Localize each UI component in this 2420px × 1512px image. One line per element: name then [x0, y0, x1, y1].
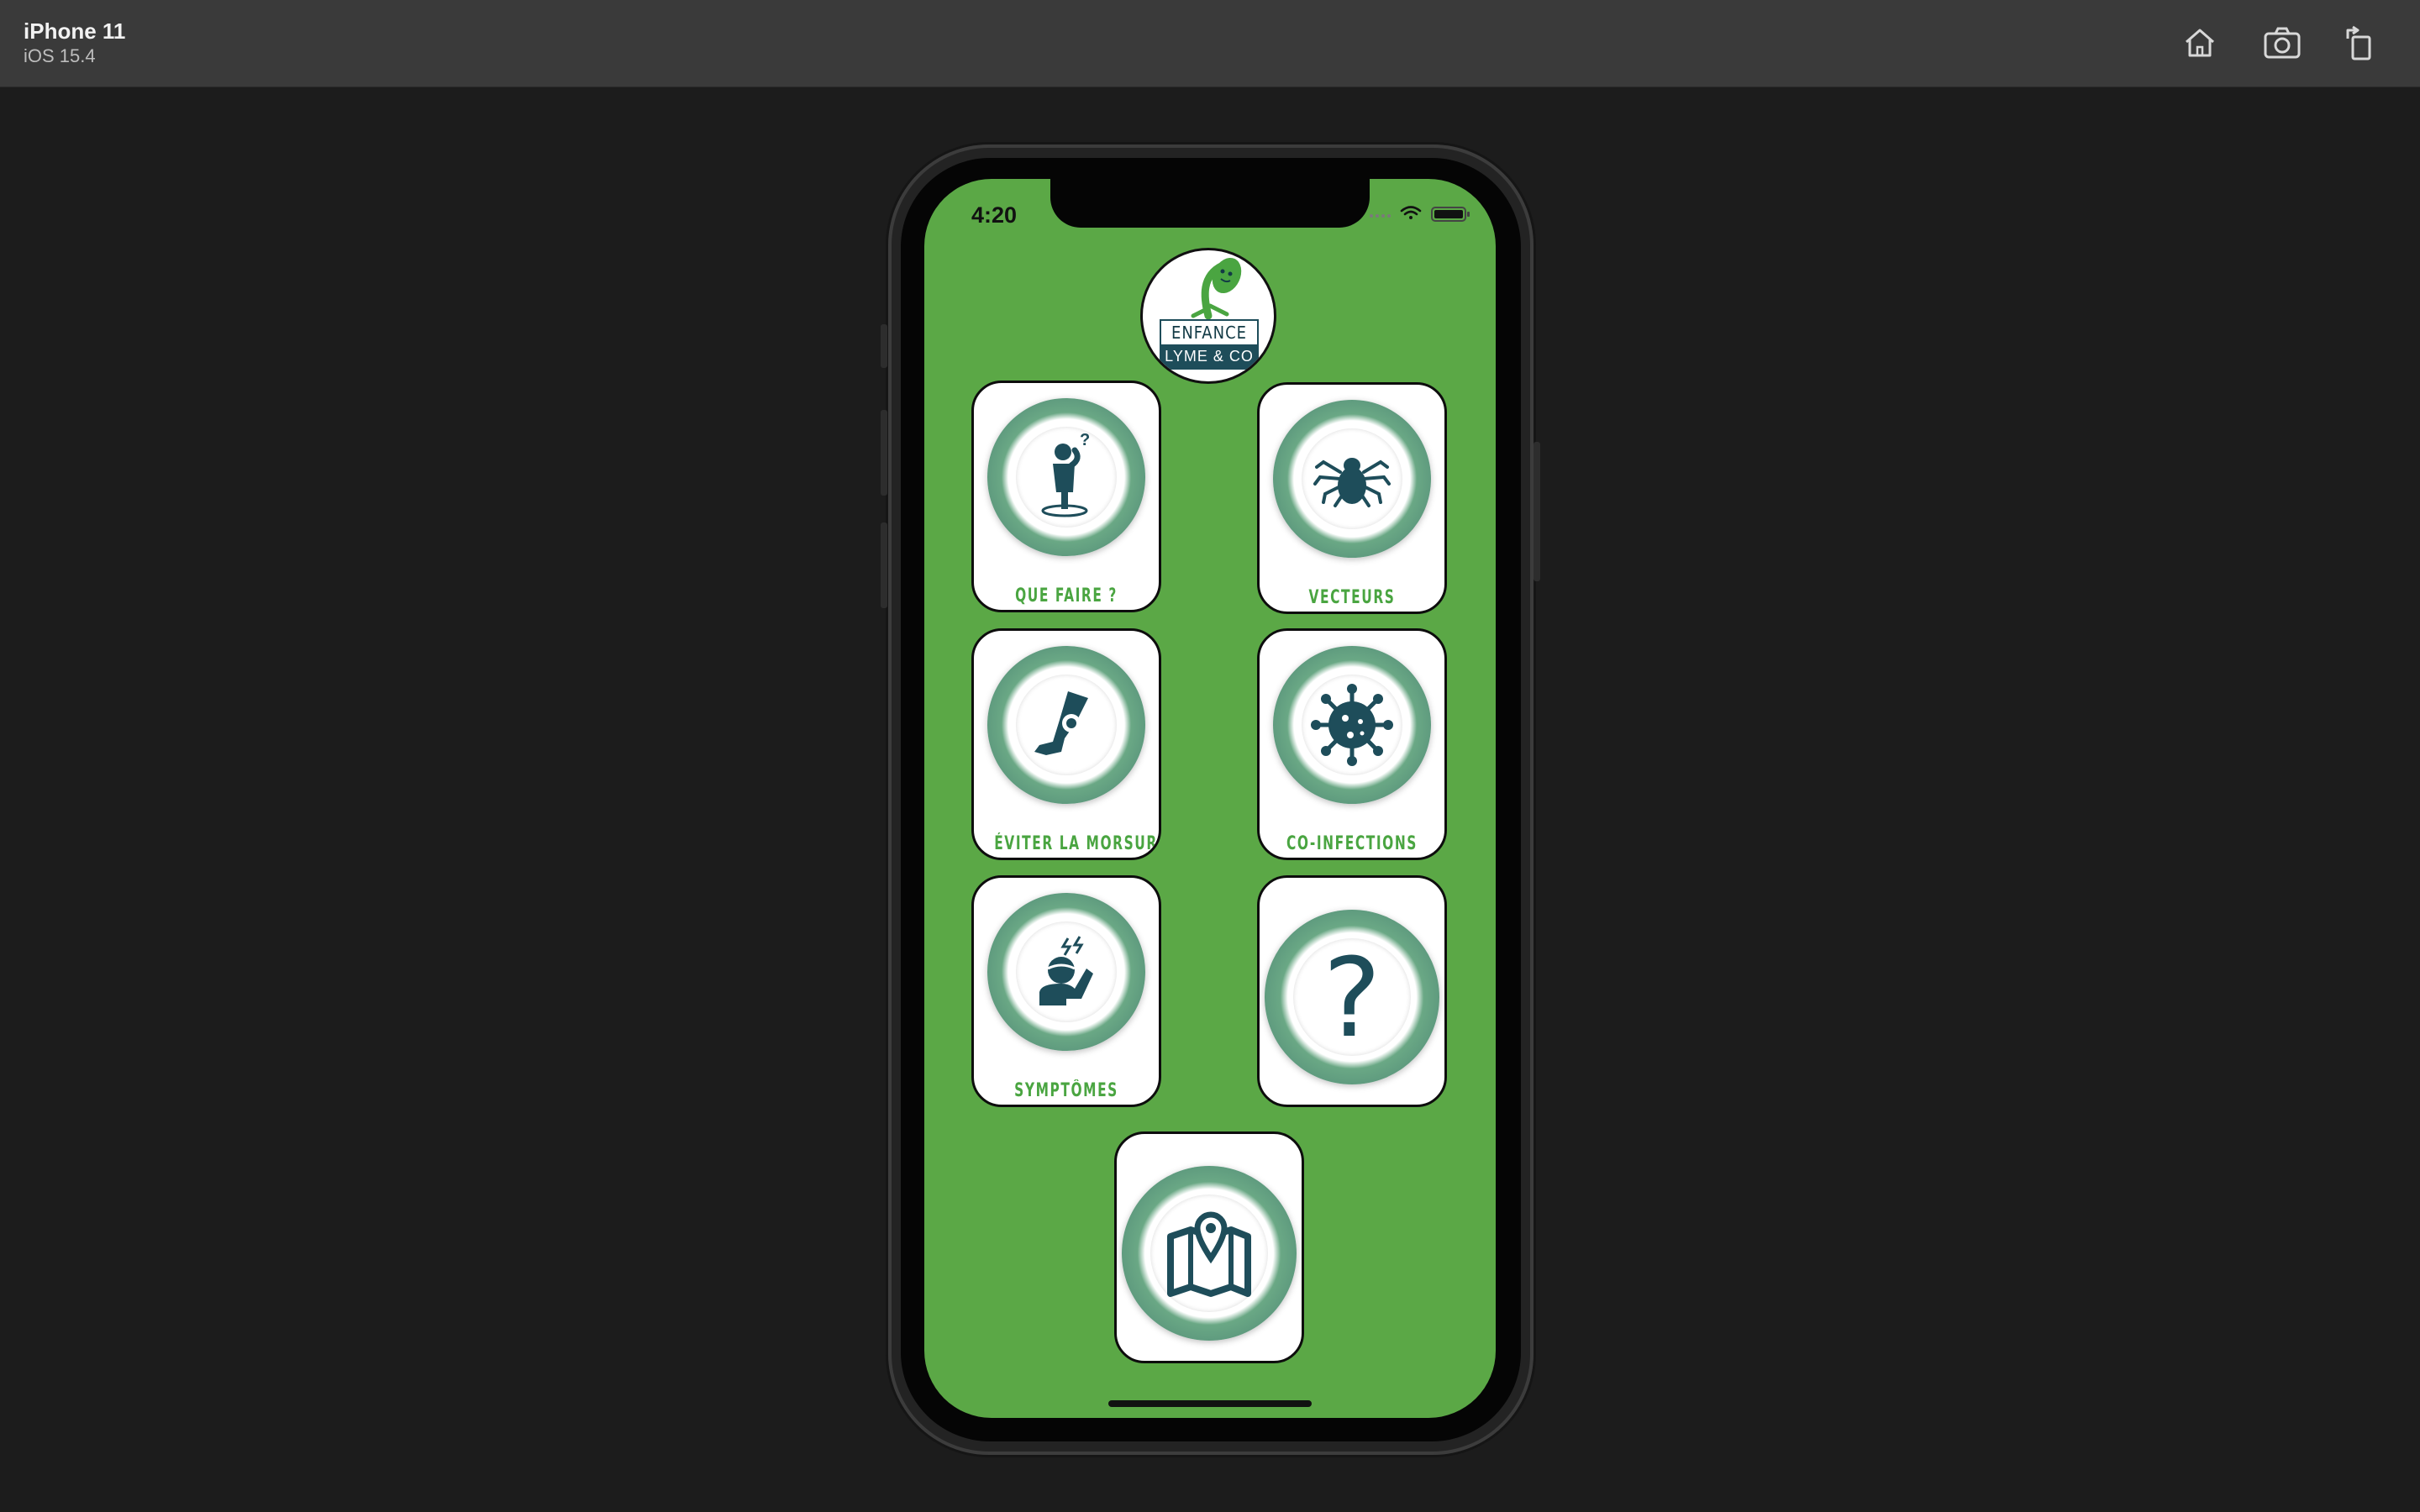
rotate-icon[interactable] — [2339, 24, 2380, 62]
map-pin-icon — [1167, 1211, 1251, 1297]
svg-text:?: ? — [1323, 938, 1381, 1056]
badge — [1273, 400, 1431, 558]
question-mark-icon: ? — [1323, 938, 1381, 1056]
card-vecteurs[interactable]: VECTEURS — [1257, 382, 1447, 614]
card-label: CO-INFECTIONS — [1286, 833, 1418, 854]
logo-text-box: ENFANCE LYME & CO — [1160, 319, 1259, 370]
badge — [1122, 1166, 1297, 1341]
notch — [1050, 179, 1370, 228]
badge: ? — [987, 398, 1145, 556]
card-label: SYMPTÔMES — [1014, 1080, 1118, 1101]
logo-line-2: LYME & CO — [1161, 344, 1257, 368]
card-label: ÉVITER LA MORSURE — [994, 833, 1161, 854]
badge — [987, 893, 1145, 1051]
home-icon[interactable] — [2180, 24, 2220, 62]
silent-switch — [881, 324, 887, 368]
device-name: iPhone 11 — [24, 18, 126, 44]
card-map[interactable] — [1114, 1131, 1304, 1363]
volume-up-button — [881, 410, 887, 496]
logo-line-1: ENFANCE — [1171, 323, 1248, 343]
card-label: VECTEURS — [1308, 587, 1396, 608]
signal-icon — [1370, 214, 1391, 218]
card-question[interactable]: ? — [1257, 875, 1447, 1107]
card-que-faire[interactable]: ? QUE FAIRE ? — [971, 381, 1161, 612]
home-indicator[interactable] — [1108, 1400, 1312, 1407]
card-symptomes[interactable]: SYMPTÔMES — [971, 875, 1161, 1107]
wifi-icon — [1400, 206, 1422, 219]
svg-text:?: ? — [1080, 431, 1090, 449]
volume-down-button — [881, 522, 887, 608]
tick-icon — [1313, 458, 1391, 507]
virus-icon — [1311, 684, 1393, 766]
app-logo: ENFANCE LYME & CO — [1140, 248, 1276, 384]
simulator-title-bar: iPhone 11 iOS 15.4 — [0, 0, 2420, 87]
battery-icon — [1431, 207, 1470, 222]
status-icons — [1366, 204, 1476, 223]
os-version: iOS 15.4 — [24, 45, 96, 66]
confused-person-icon: ? — [1041, 431, 1090, 517]
badge — [1273, 646, 1431, 804]
power-button — [1534, 442, 1540, 581]
screenshot-icon[interactable] — [2262, 24, 2302, 62]
headache-icon — [1039, 936, 1093, 1005]
badge — [987, 646, 1145, 804]
card-co-infections[interactable]: CO-INFECTIONS — [1257, 628, 1447, 860]
badge: ? — [1265, 910, 1439, 1084]
card-label: QUE FAIRE ? — [1015, 585, 1118, 606]
leg-tick-icon — [1034, 691, 1088, 755]
status-time: 4:20 — [971, 202, 1018, 228]
card-eviter-la-morsure[interactable]: ÉVITER LA MORSURE — [971, 628, 1161, 860]
app-screen: 4:20 ENFANCE LYME & CO ? QUE FAIRE ? VEC… — [924, 179, 1496, 1418]
